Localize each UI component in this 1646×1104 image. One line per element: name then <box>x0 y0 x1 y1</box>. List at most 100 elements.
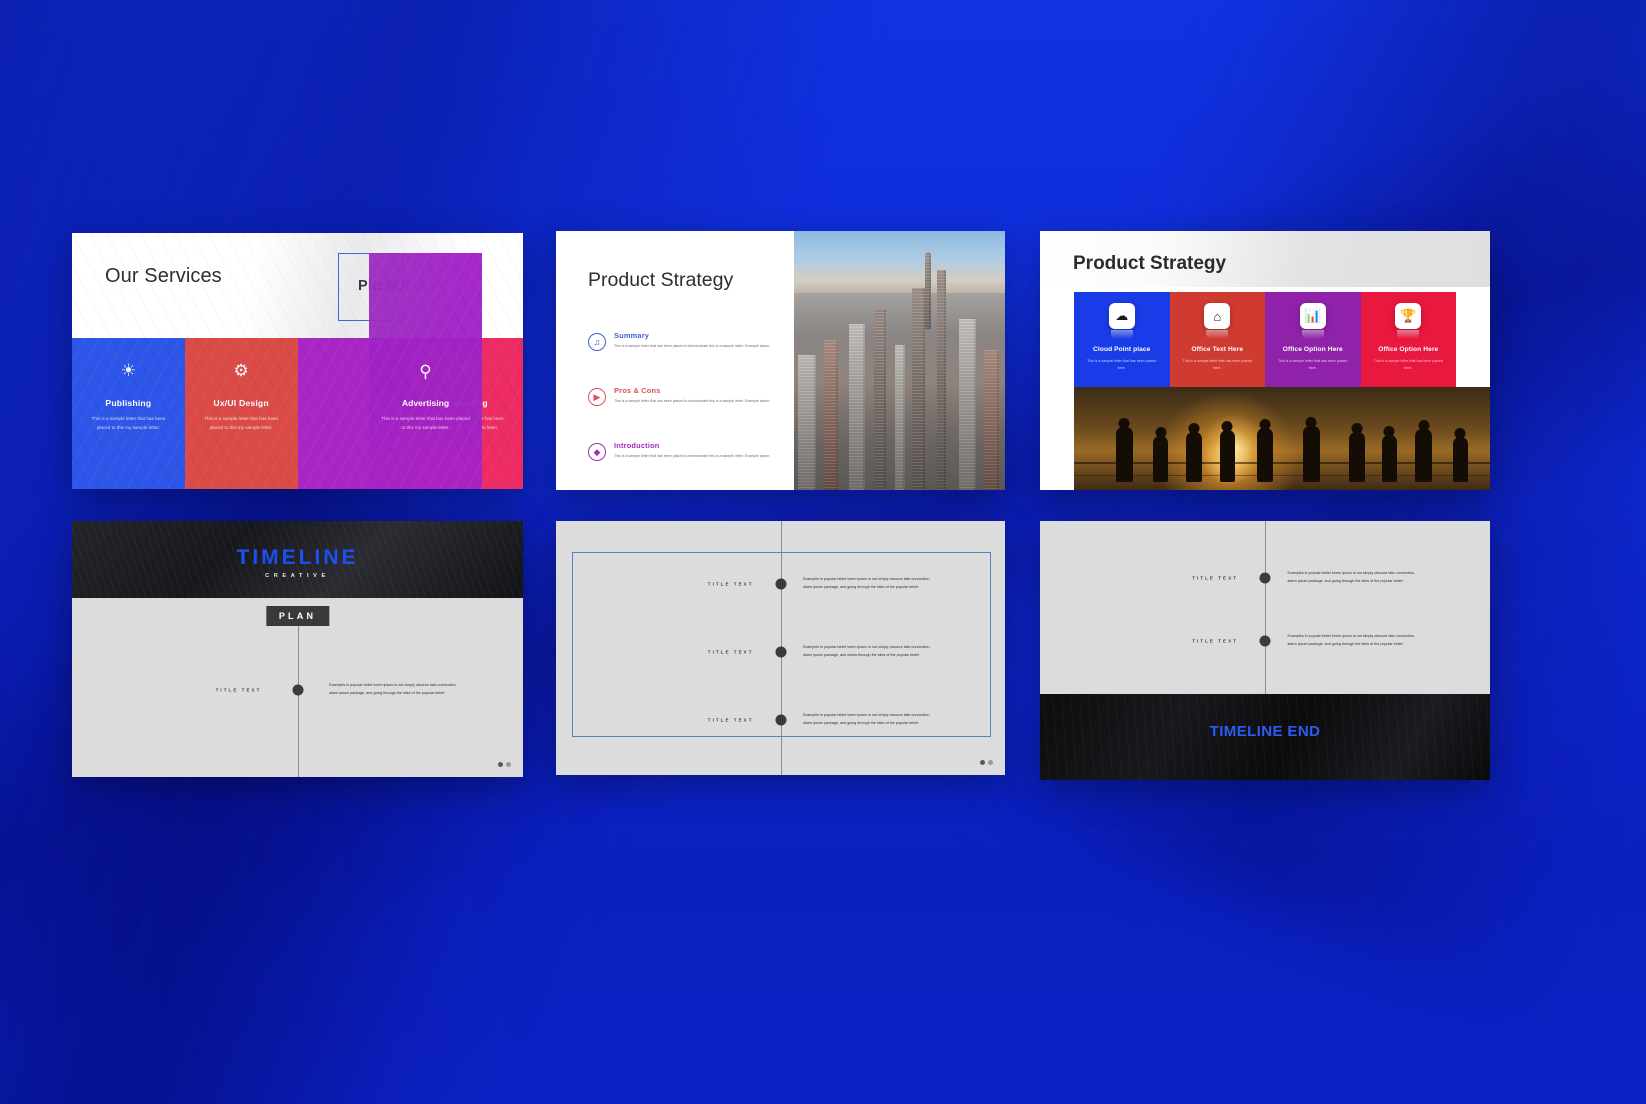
timeline-dot <box>775 714 786 726</box>
timeline-row-body: Examples in popular belief lorem ipsum i… <box>1287 634 1416 646</box>
page-title: Product Strategy <box>588 269 734 291</box>
timeline-row-body: Examples in popular belief lorem ipsum i… <box>802 577 931 589</box>
list-item[interactable]: ♫ Summary This is a sample letter that h… <box>588 331 778 375</box>
timeline-end-photo: TIMELINE END <box>1040 694 1490 780</box>
photo-silhouette <box>1257 428 1274 482</box>
photo-silhouette <box>1348 432 1365 482</box>
home-icon: ⌂ <box>1204 303 1231 329</box>
advertising-highlight-panel[interactable]: ⚲ Advertising This is a sample letter th… <box>369 253 482 489</box>
page-title: Our Services <box>105 265 222 287</box>
service-name: Publishing <box>105 398 152 408</box>
city-skyline-photo <box>794 231 1005 490</box>
timeline-dot <box>1259 635 1271 647</box>
list-item-heading: Introduction <box>614 441 660 450</box>
service-body: This is a sample letter that has been pl… <box>204 416 279 430</box>
card-title: Office Option Here <box>1282 346 1343 353</box>
timeline-axis <box>1265 521 1266 694</box>
service-name: Advertising <box>401 398 450 408</box>
slide-our-services[interactable]: Our Services PitchDeck ☀ Publishing This… <box>72 233 523 489</box>
list-item-body: This is a sample letter that has been pl… <box>614 344 771 348</box>
photo-silhouette <box>1415 429 1433 482</box>
chip-reflection <box>1301 330 1324 339</box>
card-body: This is a sample letter that has been pl… <box>1182 359 1252 370</box>
service-column-publishing[interactable]: ☀ Publishing This is a sample letter tha… <box>72 338 185 489</box>
trophy-icon: 🏆 <box>1395 303 1422 329</box>
end-title: TIMELINE END <box>1209 723 1321 740</box>
card-cloud-point[interactable]: ☁ Cloud Point place This is a sample let… <box>1074 292 1170 387</box>
pager-dot-active[interactable] <box>980 760 985 765</box>
card-title: Office Text Here <box>1191 346 1244 353</box>
timeline-row-title: TITLE TEXT <box>215 687 262 693</box>
card-body: This is a sample letter that has been pl… <box>1278 359 1348 370</box>
photo-silhouette <box>1302 426 1320 482</box>
slide-timeline-three[interactable]: TITLE TEXT Examples in popular belief lo… <box>556 521 1005 775</box>
photo-silhouette <box>1219 430 1235 482</box>
diamond-icon: ◆ <box>588 443 606 461</box>
card-title: Office Option Here <box>1378 346 1439 353</box>
list-item[interactable]: ▶ Pros & Cons This is a sample letter th… <box>588 386 778 430</box>
timeline-body: PLAN TITLE TEXT Examples in popular beli… <box>72 598 523 777</box>
card-office-text[interactable]: ⌂ Office Text Here This is a sample lett… <box>1169 292 1265 387</box>
card-office-option-1[interactable]: 📊 Office Option Here This is a sample le… <box>1265 292 1361 387</box>
timeline-dot <box>292 684 303 696</box>
timeline-body: TITLE TEXT Examples in popular belief lo… <box>556 521 1005 775</box>
office-silhouette-photo <box>1074 387 1490 490</box>
timeline-row-body: Examples in popular belief lorem ipsum i… <box>802 645 931 657</box>
list-item-heading: Summary <box>614 331 650 340</box>
hero-subtitle: CREATIVE <box>265 573 330 579</box>
slide-pager[interactable] <box>980 760 993 765</box>
page-title: Product Strategy <box>1073 253 1227 274</box>
timeline-row-title: TITLE TEXT <box>707 581 754 587</box>
list-item-heading: Pros & Cons <box>614 386 661 395</box>
list-item[interactable]: ◆ Introduction This is a sample letter t… <box>588 441 778 485</box>
slide-product-strategy-photo[interactable]: Product Strategy ♫ Summary This is a sam… <box>556 231 1005 490</box>
photo-haze <box>794 231 1005 490</box>
pager-dot-active[interactable] <box>498 762 503 767</box>
timeline-row-title: TITLE TEXT <box>1192 638 1238 644</box>
timeline-row-title: TITLE TEXT <box>707 717 754 723</box>
timeline-dot <box>775 646 786 658</box>
slide-deck-grid: Our Services PitchDeck ☀ Publishing This… <box>0 0 1646 1104</box>
slide-pager[interactable] <box>498 762 511 767</box>
photo-silhouette <box>1452 437 1468 482</box>
slide-timeline-end[interactable]: TITLE TEXT Examples in popular belief lo… <box>1040 521 1490 780</box>
card-body: This is a sample letter that has been pl… <box>1373 359 1443 370</box>
list-item-body: This is a sample letter that has been pl… <box>614 399 771 403</box>
photo-silhouette <box>1381 435 1397 482</box>
chip-reflection <box>1206 330 1229 339</box>
card-title: Cloud Point place <box>1093 346 1151 353</box>
service-column-uxui[interactable]: ⚙ Ux/UI Design This is a sample letter t… <box>184 338 298 489</box>
list-item-body: This is a sample letter that has been pl… <box>614 454 771 458</box>
slide-timeline-plan[interactable]: TIMELINE CREATIVE PLAN TITLE TEXT Exampl… <box>72 521 523 777</box>
strategy-cards: ☁ Cloud Point place This is a sample let… <box>1074 292 1456 387</box>
headphones-icon: ♫ <box>588 333 606 351</box>
card-body: This is a sample letter that has been pl… <box>1087 359 1157 370</box>
slide-product-strategy-cards[interactable]: Product Strategy ☁ Cloud Point place Thi… <box>1040 231 1490 490</box>
service-body: This is a sample letter that has been pl… <box>381 416 470 430</box>
cloud-icon: ☁ <box>1108 303 1135 329</box>
pager-dot[interactable] <box>988 760 993 765</box>
play-circle-icon: ▶ <box>588 388 606 406</box>
timeline-body: TITLE TEXT Examples in popular belief lo… <box>1040 521 1490 694</box>
timeline-row-title: TITLE TEXT <box>1192 575 1238 581</box>
photo-silhouette <box>1186 432 1203 482</box>
pager-dot[interactable] <box>506 762 511 767</box>
timeline-row-body: Examples in popular belief lorem ipsum i… <box>802 713 931 725</box>
bar-chart-icon: 📊 <box>1299 303 1326 329</box>
timeline-row-title: TITLE TEXT <box>707 649 754 655</box>
timeline-dot <box>1259 572 1271 584</box>
timeline-hero-photo: TIMELINE CREATIVE <box>72 521 523 598</box>
gear-icon: ⚙ <box>233 361 249 380</box>
hero-title: TIMELINE <box>236 546 359 569</box>
search-icon: ⚲ <box>419 362 432 381</box>
photo-silhouette <box>1153 436 1169 482</box>
timeline-row-body: Examples in popular belief lorem ipsum i… <box>1287 571 1416 583</box>
photo-silhouette <box>1115 427 1133 482</box>
service-body: This is a sample letter that has been pl… <box>91 416 166 430</box>
timeline-axis <box>297 622 299 777</box>
timeline-row-body: Examples in popular belief lorem ipsum i… <box>329 683 457 695</box>
card-office-option-2[interactable]: 🏆 Office Option Here This is a sample le… <box>1360 292 1456 387</box>
plan-badge: PLAN <box>265 606 330 626</box>
strategy-list: ♫ Summary This is a sample letter that h… <box>588 331 778 490</box>
timeline-dot <box>775 578 786 590</box>
